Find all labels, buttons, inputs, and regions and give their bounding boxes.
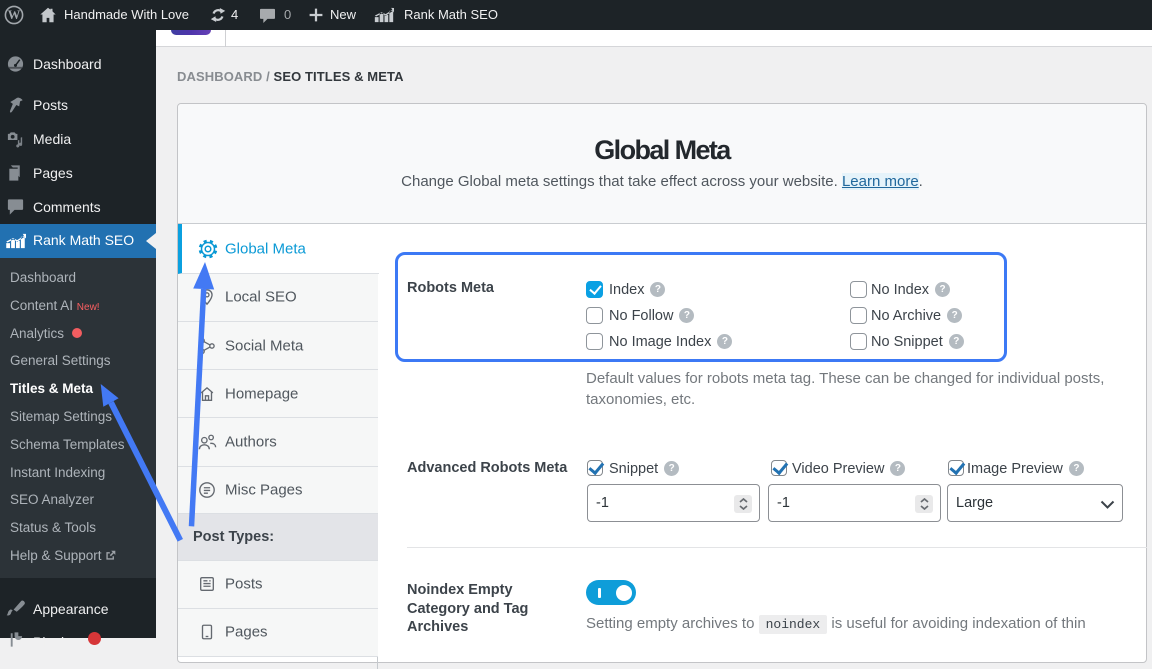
svg-text:W: W	[8, 8, 21, 22]
